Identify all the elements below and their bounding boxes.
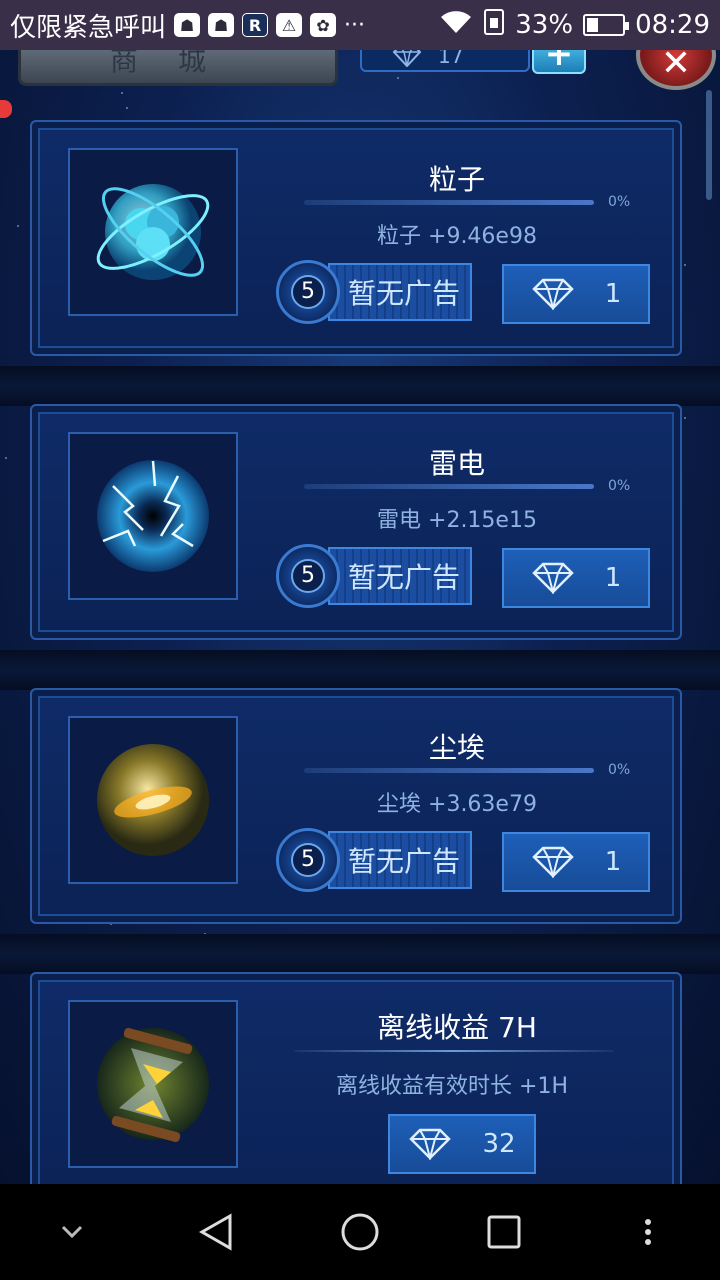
item-title: 粒子	[428, 163, 485, 196]
gem-counter: 17	[360, 50, 530, 72]
scrollbar[interactable]	[706, 90, 712, 200]
shop-tab[interactable]: 商城	[18, 50, 338, 86]
watch-ad-button[interactable]: 5 暂无广告	[276, 828, 472, 892]
item-icon-frame	[68, 432, 238, 600]
diamond-icon	[392, 50, 422, 67]
diamond-icon	[409, 1128, 452, 1160]
offline-divider-line	[294, 1050, 614, 1052]
more-notifications: ···	[344, 12, 365, 38]
diamond-icon	[531, 562, 574, 594]
star	[126, 106, 129, 109]
buy-with-gems-button[interactable]: 1	[502, 264, 650, 324]
shop-item-lightning: 雷电 0% 雷电 +2.15e15 5 暂无广告 1	[30, 404, 682, 640]
item-progress-label: 0%	[608, 194, 631, 210]
ad-count-badge: 5	[276, 260, 340, 324]
card-divider	[0, 934, 720, 974]
lightning-icon	[97, 460, 209, 572]
gem-cost: 1	[604, 279, 622, 309]
chevron-down-icon	[61, 1225, 83, 1239]
item-icon-frame	[68, 716, 238, 884]
item-progress-label: 0%	[608, 478, 631, 494]
clock: 08:29	[635, 10, 710, 40]
watch-ad-button[interactable]: 5 暂无广告	[276, 544, 472, 608]
back-button[interactable]	[176, 1192, 256, 1272]
particle-icon	[96, 184, 210, 280]
star	[17, 224, 20, 227]
system-nav-bar	[0, 1184, 720, 1280]
battery-percent: 33%	[515, 10, 574, 40]
ad-button-label: 暂无广告	[328, 547, 472, 605]
item-icon-frame	[68, 1000, 238, 1168]
hide-nav-button[interactable]	[32, 1192, 112, 1272]
dust-icon	[97, 744, 209, 856]
ghost-icon: ☗	[208, 13, 235, 37]
star	[397, 77, 400, 80]
ad-button-label: 暂无广告	[328, 831, 472, 889]
item-title: 尘埃	[428, 731, 485, 764]
wifi-icon	[439, 9, 473, 42]
buy-offline-earnings-button[interactable]: 32	[388, 1114, 536, 1174]
item-progress-bar	[304, 768, 594, 773]
star	[5, 456, 7, 459]
status-bar: 仅限紧急呼叫 ☗ ☗ R ⚠ ✿ ··· 33% 08:29	[0, 0, 720, 50]
buy-with-gems-button[interactable]: 1	[502, 832, 650, 892]
star	[683, 417, 686, 420]
warning-icon: ⚠	[276, 13, 303, 37]
battery-icon	[583, 14, 630, 36]
carrier-text: 仅限紧急呼叫	[10, 12, 167, 43]
recents-button[interactable]	[464, 1192, 544, 1272]
item-progress-label: 0%	[608, 762, 631, 778]
card-divider	[0, 366, 720, 406]
ghost-icon: ☗	[174, 13, 201, 37]
ad-button-label: 暂无广告	[328, 263, 472, 321]
diamond-icon	[531, 846, 574, 878]
sim-icon	[483, 8, 505, 43]
hourglass-icon	[97, 1028, 209, 1142]
gem-count: 17	[438, 50, 464, 68]
gem-cost: 32	[482, 1129, 516, 1159]
item-progress-bar	[304, 200, 594, 205]
gem-cost: 1	[604, 563, 622, 593]
offline-description: 离线收益有效时长 +1H	[336, 1074, 568, 1099]
ad-count-badge: 5	[276, 544, 340, 608]
item-icon-frame	[68, 148, 238, 316]
notification-icons: ☗ ☗ R ⚠ ✿ ···	[174, 13, 365, 38]
star	[120, 92, 123, 95]
item-progress-bar	[304, 484, 594, 489]
recents-icon	[487, 1215, 521, 1249]
ad-count: 5	[291, 559, 325, 593]
shop-item-dust: 尘埃 0% 尘埃 +3.63e79 5 暂无广告 1	[30, 688, 682, 924]
item-description: 雷电 +2.15e15	[377, 508, 537, 533]
menu-button[interactable]	[608, 1192, 688, 1272]
item-description: 粒子 +9.46e98	[377, 224, 537, 249]
home-icon	[341, 1213, 379, 1251]
item-title: 雷电	[428, 447, 485, 480]
back-icon	[198, 1213, 232, 1251]
ad-count-badge: 5	[276, 828, 340, 892]
item-description: 尘埃 +3.63e79	[377, 792, 537, 817]
app-icon: ✿	[310, 13, 337, 37]
offline-title: 离线收益 7H	[377, 1011, 537, 1044]
add-gems-button[interactable]: +	[532, 50, 586, 74]
card-divider	[0, 650, 720, 690]
home-button[interactable]	[320, 1192, 400, 1272]
shop-screen: 商城 17 + ✕ 粒子 0% 粒子 +9.46e98 5 暂无广告 1 雷电 …	[0, 50, 720, 1184]
ad-count: 5	[291, 843, 325, 877]
watch-ad-button[interactable]: 5 暂无广告	[276, 260, 472, 324]
diamond-icon	[531, 278, 574, 310]
gem-cost: 1	[604, 847, 622, 877]
buy-with-gems-button[interactable]: 1	[502, 548, 650, 608]
shop-item-particle: 粒子 0% 粒子 +9.46e98 5 暂无广告 1	[30, 120, 682, 356]
r-app-icon: R	[242, 13, 269, 37]
star	[684, 263, 687, 266]
ad-count: 5	[291, 275, 325, 309]
more-vert-icon	[645, 1219, 651, 1245]
shop-item-offline-earnings: 离线收益 7H 离线收益有效时长 +1H 32	[30, 972, 682, 1184]
